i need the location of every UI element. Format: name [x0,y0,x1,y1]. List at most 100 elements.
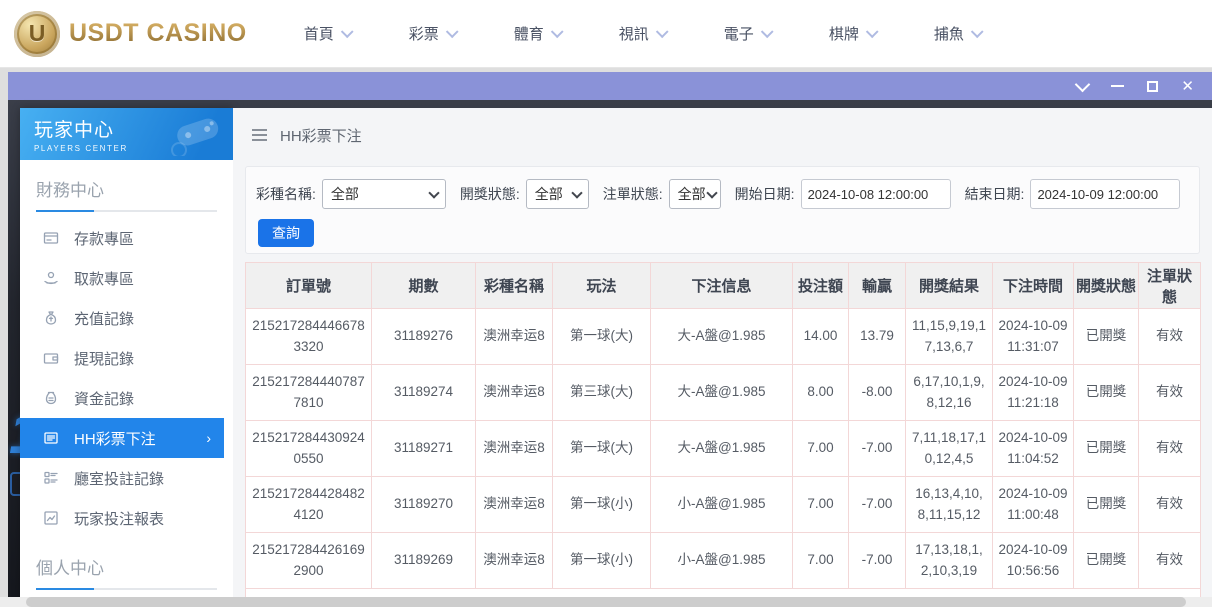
table-cell: 有效 [1139,309,1201,365]
chevron-down-icon [656,25,669,38]
table-row: 215217284426169290031189269澳洲幸运8第一球(小)小-… [246,533,1201,589]
table-cell: 2152172844309240550 [246,421,372,477]
sidebar: 玩家中心 PLAYERS CENTER 財務中心存款專區取款專區充值記錄提現記錄… [20,108,233,607]
breadcrumb: HH彩票下注 [233,108,1212,162]
table-cell: 8.00 [793,365,849,421]
sidebar-item-label: 取款專區 [74,268,134,289]
table-cell: 17,13,18,1,2,10,3,19 [906,533,993,589]
sidebar-section-title: 財務中心 [36,170,217,212]
nav-item-1[interactable]: 首頁 [275,13,380,54]
nav-item-7[interactable]: 捕魚 [905,13,1010,54]
nav-item-label: 視訊 [619,23,649,44]
deposit-card-icon [43,230,59,246]
logo-letter: U [29,20,46,47]
order-status-select[interactable]: 全部 [669,179,721,209]
top-navigation: U USDT CASINO 首頁彩票體育視訊電子棋牌捕魚 [0,0,1212,68]
table-header-cell: 開獎狀態 [1074,263,1139,309]
nav-item-6[interactable]: 棋牌 [800,13,905,54]
main-content: HH彩票下注 彩種名稱: 全部 開獎狀態: 全部 注單狀態: 全部 開始日期: … [233,108,1212,607]
start-date-input[interactable] [801,179,951,209]
table-header-cell: 開獎結果 [906,263,993,309]
table-cell: 澳洲幸运8 [476,421,553,477]
table-cell: 已開獎 [1074,533,1139,589]
table-cell: 7,11,18,17,10,12,4,5 [906,421,993,477]
minimize-icon[interactable] [1111,85,1124,87]
table-cell: 有效 [1139,421,1201,477]
nav-item-label: 首頁 [304,23,334,44]
table-cell: 31189271 [372,421,476,477]
maximize-icon[interactable] [1147,81,1158,92]
table-cell: 2024-10-09 11:00:48 [993,477,1074,533]
sidebar-item-label: HH彩票下注 [74,428,156,449]
table-cell: 已開獎 [1074,365,1139,421]
table-cell: 2024-10-09 11:31:07 [993,309,1074,365]
order-status-select-wrap: 全部 [669,179,721,209]
lottery-name-select[interactable]: 全部 [322,179,446,209]
table-cell: 2152172844284824120 [246,477,372,533]
sidebar-item[interactable]: 資金記錄 [20,378,233,418]
sidebar-item[interactable]: 取款專區 [20,258,233,298]
horizontal-scrollbar-thumb[interactable] [26,597,1186,607]
bet-report-icon [43,510,59,526]
hall-bet-records-icon [43,470,59,486]
table-cell: 第一球(小) [553,477,651,533]
end-date-input[interactable] [1030,179,1180,209]
chevron-down-icon [866,25,879,38]
nav-item-5[interactable]: 電子 [695,13,800,54]
sidebar-item-label: 存款專區 [74,228,134,249]
draw-status-select[interactable]: 全部 [526,179,589,209]
search-button[interactable]: 查詢 [258,219,314,247]
chevron-down-icon[interactable] [1075,76,1091,92]
sidebar-item[interactable]: HH彩票下注› [20,418,224,458]
wallet-icon [43,350,59,366]
nav-item-4[interactable]: 視訊 [590,13,695,54]
nav-item-3[interactable]: 體育 [485,13,590,54]
table-cell: 31189270 [372,477,476,533]
sidebar-item[interactable]: 廳室投註記錄 [20,458,233,498]
lottery-name-label: 彩種名稱: [256,184,316,204]
funds-record-icon [43,390,59,406]
table-cell: 已開獎 [1074,477,1139,533]
close-icon[interactable]: ✕ [1181,79,1194,94]
sidebar-item[interactable]: 提現記錄 [20,338,233,378]
table-header-cell: 投注額 [793,263,849,309]
withdraw-hand-icon [43,270,59,286]
nav-item-label: 體育 [514,23,544,44]
table-header-cell: 下注時間 [993,263,1074,309]
sidebar-menu: 財務中心存款專區取款專區充值記錄提現記錄資金記錄HH彩票下注›廳室投註記錄玩家投… [20,170,233,607]
table-header-cell: 彩種名稱 [476,263,553,309]
horizontal-scrollbar-track [0,597,1212,607]
table-header-cell: 下注信息 [651,263,793,309]
table-cell: 澳洲幸运8 [476,365,553,421]
main-nav: 首頁 彩票 體育 視訊 電子 棋牌 捕魚 [275,13,1010,54]
table-cell: 31189276 [372,309,476,365]
gamepad-icon [169,110,227,160]
table-cell: 第三球(大) [553,365,651,421]
section-divider [36,210,217,212]
nav-item-2[interactable]: 彩票 [380,13,485,54]
chevron-down-icon [551,25,564,38]
table-cell: 14.00 [793,309,849,365]
table-cell: 小-A盤@1.985 [651,533,793,589]
table-cell: 2152172844407877810 [246,365,372,421]
sidebar-item[interactable]: 玩家投注報表 [20,498,233,538]
page-title: HH彩票下注 [280,125,362,146]
sidebar-header: 玩家中心 PLAYERS CENTER [20,108,233,160]
sidebar-item[interactable]: 存款專區 [20,218,233,258]
nav-item-label: 棋牌 [829,23,859,44]
table-cell: 澳洲幸运8 [476,477,553,533]
table-cell: 大-A盤@1.985 [651,421,793,477]
draw-status-select-wrap: 全部 [526,179,589,209]
menu-toggle-icon[interactable] [250,127,269,143]
chevron-down-icon [761,25,774,38]
nav-item-label: 捕魚 [934,23,964,44]
table-row: 215217284428482412031189270澳洲幸运8第一球(小)小-… [246,477,1201,533]
table-cell: 2152172844261692900 [246,533,372,589]
draw-status-label: 開獎狀態: [460,184,520,204]
usdt-casino-logo-icon[interactable]: U [14,11,60,57]
table-cell: 第一球(大) [553,309,651,365]
sidebar-item[interactable]: 充值記錄 [20,298,233,338]
table-cell: 2024-10-09 11:21:18 [993,365,1074,421]
table-cell: 2024-10-09 11:04:52 [993,421,1074,477]
table-cell: 大-A盤@1.985 [651,365,793,421]
